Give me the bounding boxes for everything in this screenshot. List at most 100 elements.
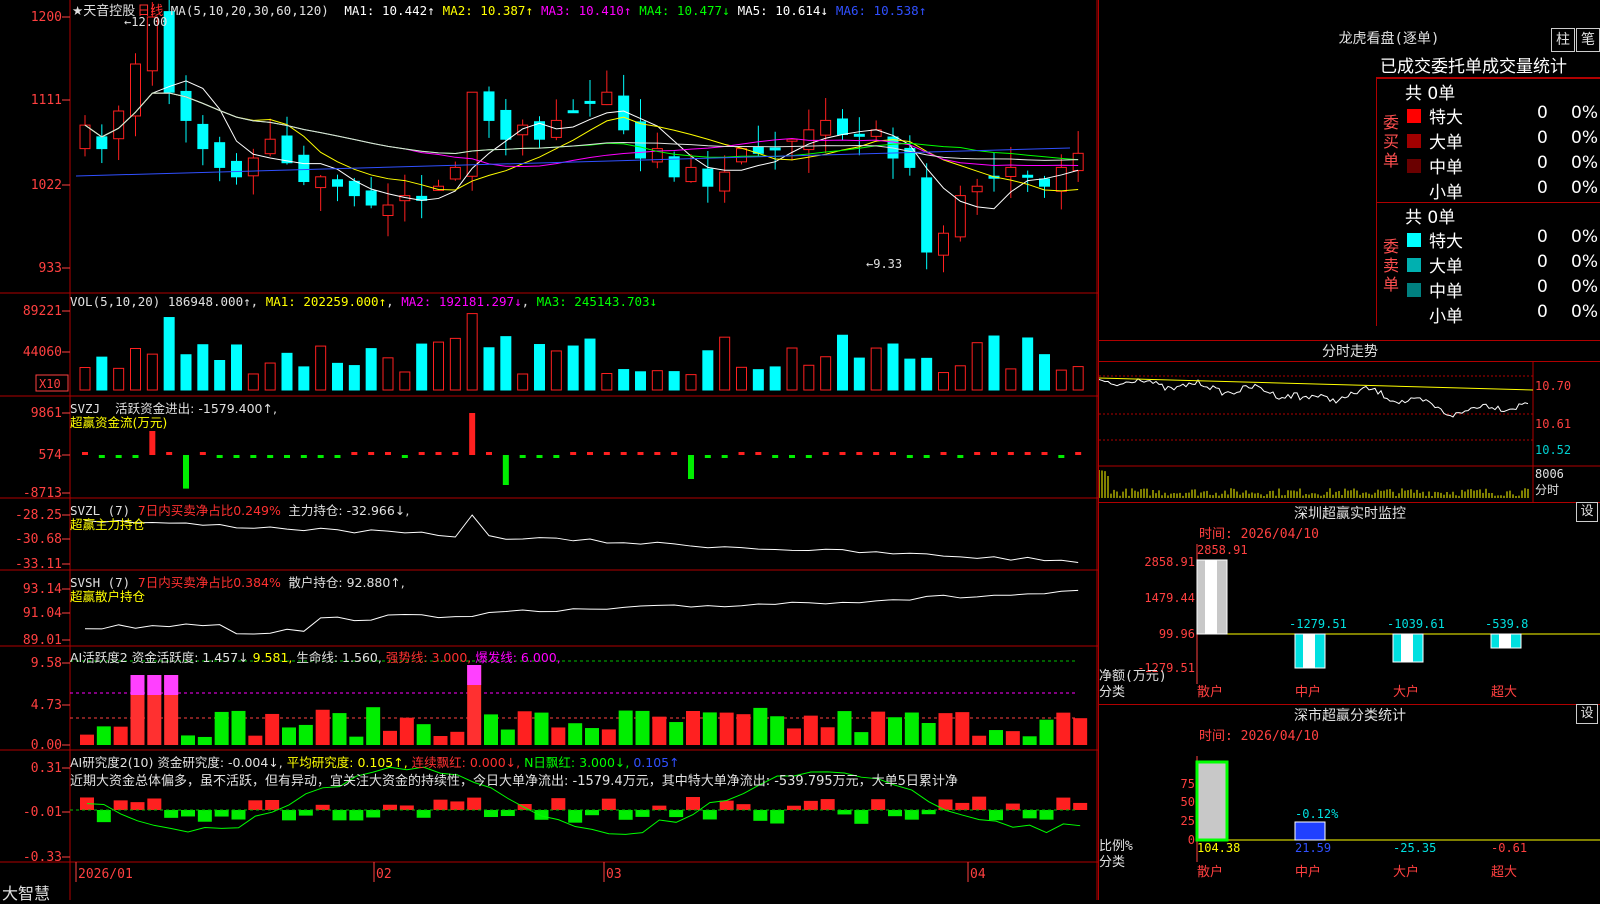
activity-bar — [871, 711, 886, 745]
volume-bar — [315, 345, 327, 391]
volume-bar — [719, 336, 731, 391]
volume-bar — [382, 357, 394, 391]
research-bar — [450, 801, 465, 810]
research-bar — [702, 810, 717, 820]
volume-bar — [567, 345, 579, 391]
activity-bar — [837, 711, 852, 745]
volume-bar — [298, 366, 310, 391]
date-label: 03 — [606, 867, 622, 882]
buy-name: 中单 — [1429, 158, 1463, 178]
sell-volume: 0 — [1537, 227, 1548, 247]
flow-bar — [166, 452, 173, 455]
sz-category: 散户 — [1197, 684, 1223, 700]
flow-bar — [603, 452, 610, 455]
svsh-t2: 散户持仓: 92.880↑, — [288, 575, 405, 590]
buy-name: 小单 — [1429, 183, 1463, 203]
research-bar — [803, 800, 818, 810]
volume-bar — [971, 342, 983, 391]
ai2-description: 近期大资金总体偏多，虽不活跃，但有异动，宜关注大资金的持续性，今日大单净流出: … — [70, 774, 958, 789]
star-icon[interactable]: ★ — [72, 3, 83, 18]
research-bar — [130, 802, 145, 810]
sz-value: -539.8 — [1485, 617, 1528, 631]
ai2-t5: 0.105↑ — [633, 755, 680, 770]
activity-bar — [231, 710, 246, 745]
period-label[interactable]: 日线 — [137, 4, 163, 19]
date-label: 02 — [376, 867, 392, 882]
fl-category: 散户 — [1197, 864, 1223, 880]
activity-bar — [753, 707, 768, 745]
sz-bar-highlight — [1303, 634, 1315, 668]
volume-bar — [1005, 368, 1017, 391]
research-bar — [197, 810, 212, 822]
candle-body — [769, 147, 781, 151]
bar-mode-button[interactable]: 柱 — [1551, 28, 1575, 52]
sz-axis: 99.96 — [1159, 627, 1195, 641]
price-axis-tick: 933 — [39, 261, 62, 276]
lhb-tab[interactable]: 已成交委托单成交量统计 — [1376, 52, 1600, 78]
research-bar — [315, 804, 330, 810]
flow-bar — [553, 455, 560, 458]
flow-bar — [401, 455, 408, 458]
research-bar — [1005, 803, 1020, 810]
svzj-sub: 超赢资金流(万元) — [70, 415, 168, 430]
volume-bar — [348, 365, 360, 391]
activity-bar — [938, 713, 953, 745]
tick-mode-button[interactable]: 笔 — [1576, 28, 1600, 52]
volume-bar — [500, 336, 512, 391]
flow-bar — [940, 452, 947, 455]
research-bar — [1073, 802, 1088, 810]
flow-bar — [486, 452, 492, 455]
flow-bar — [351, 452, 358, 455]
flow-bar — [620, 452, 627, 455]
activity-bar — [652, 716, 667, 745]
sz-settings-button[interactable]: 设 — [1576, 502, 1598, 522]
activity-bar — [568, 723, 583, 745]
sell-percent: 0% — [1571, 302, 1598, 322]
activity-burst — [147, 675, 162, 695]
candles — [79, 0, 1084, 273]
activity-bar — [972, 735, 987, 745]
retail-holding-line — [84, 589, 1079, 635]
volume-bar — [197, 344, 209, 391]
svzl-axis-tick: -33.11 — [15, 557, 62, 572]
fl-xlabel: 分类 — [1099, 855, 1125, 870]
buy-row-2: 中单 0 0% — [1405, 153, 1600, 178]
candle-body — [1072, 152, 1084, 172]
flow-bar — [570, 452, 577, 455]
research-bar — [500, 810, 515, 817]
buy-name: 大单 — [1429, 133, 1463, 153]
date-label: 04 — [970, 867, 986, 882]
research-bar — [416, 810, 431, 818]
main-chart[interactable]: 1200 1111 1022 933 89221 44060 9861 574 -8713 -28… — [0, 0, 1098, 903]
activity-bar — [669, 722, 684, 745]
intraday-chart[interactable]: 10.70 10.61 10.52 8006 分时 — [1099, 362, 1600, 502]
flow-bar — [957, 455, 964, 458]
volume-bar — [820, 356, 832, 391]
research-bar — [534, 810, 549, 820]
flow-bar — [317, 455, 324, 458]
sell-percent: 0% — [1571, 277, 1598, 297]
ai1-t4: 强势线: 3.000, — [385, 650, 472, 665]
candle-body — [449, 166, 461, 180]
vol-axis-tick: 44060 — [23, 345, 62, 360]
ai2-label: AI研究度2(10) — [70, 755, 154, 770]
ma6-value: MA6: 10.538↑ — [835, 3, 927, 18]
svzl-axis-tick: -28.25 — [15, 508, 62, 523]
fl-settings-button[interactable]: 设 — [1576, 704, 1598, 724]
volume-bar — [752, 369, 764, 391]
activity-bar — [113, 726, 128, 745]
research-bar — [888, 810, 902, 817]
sz-axis: 2858.91 — [1144, 555, 1195, 569]
ma-label: MA(5,10,20,30,60,120) — [170, 3, 329, 18]
volume-bar — [736, 366, 747, 391]
candle-body — [567, 110, 579, 114]
volume-bar — [702, 350, 714, 391]
fl-axis: 50 — [1181, 795, 1195, 809]
volume-bar — [96, 356, 108, 391]
flow-bar — [452, 452, 459, 455]
research-bar — [618, 810, 633, 820]
sell-percent: 0% — [1571, 252, 1598, 272]
flow-bar — [519, 455, 526, 458]
candle-body — [315, 176, 327, 189]
ma1-value: MA1: 10.442↑ — [344, 3, 435, 18]
